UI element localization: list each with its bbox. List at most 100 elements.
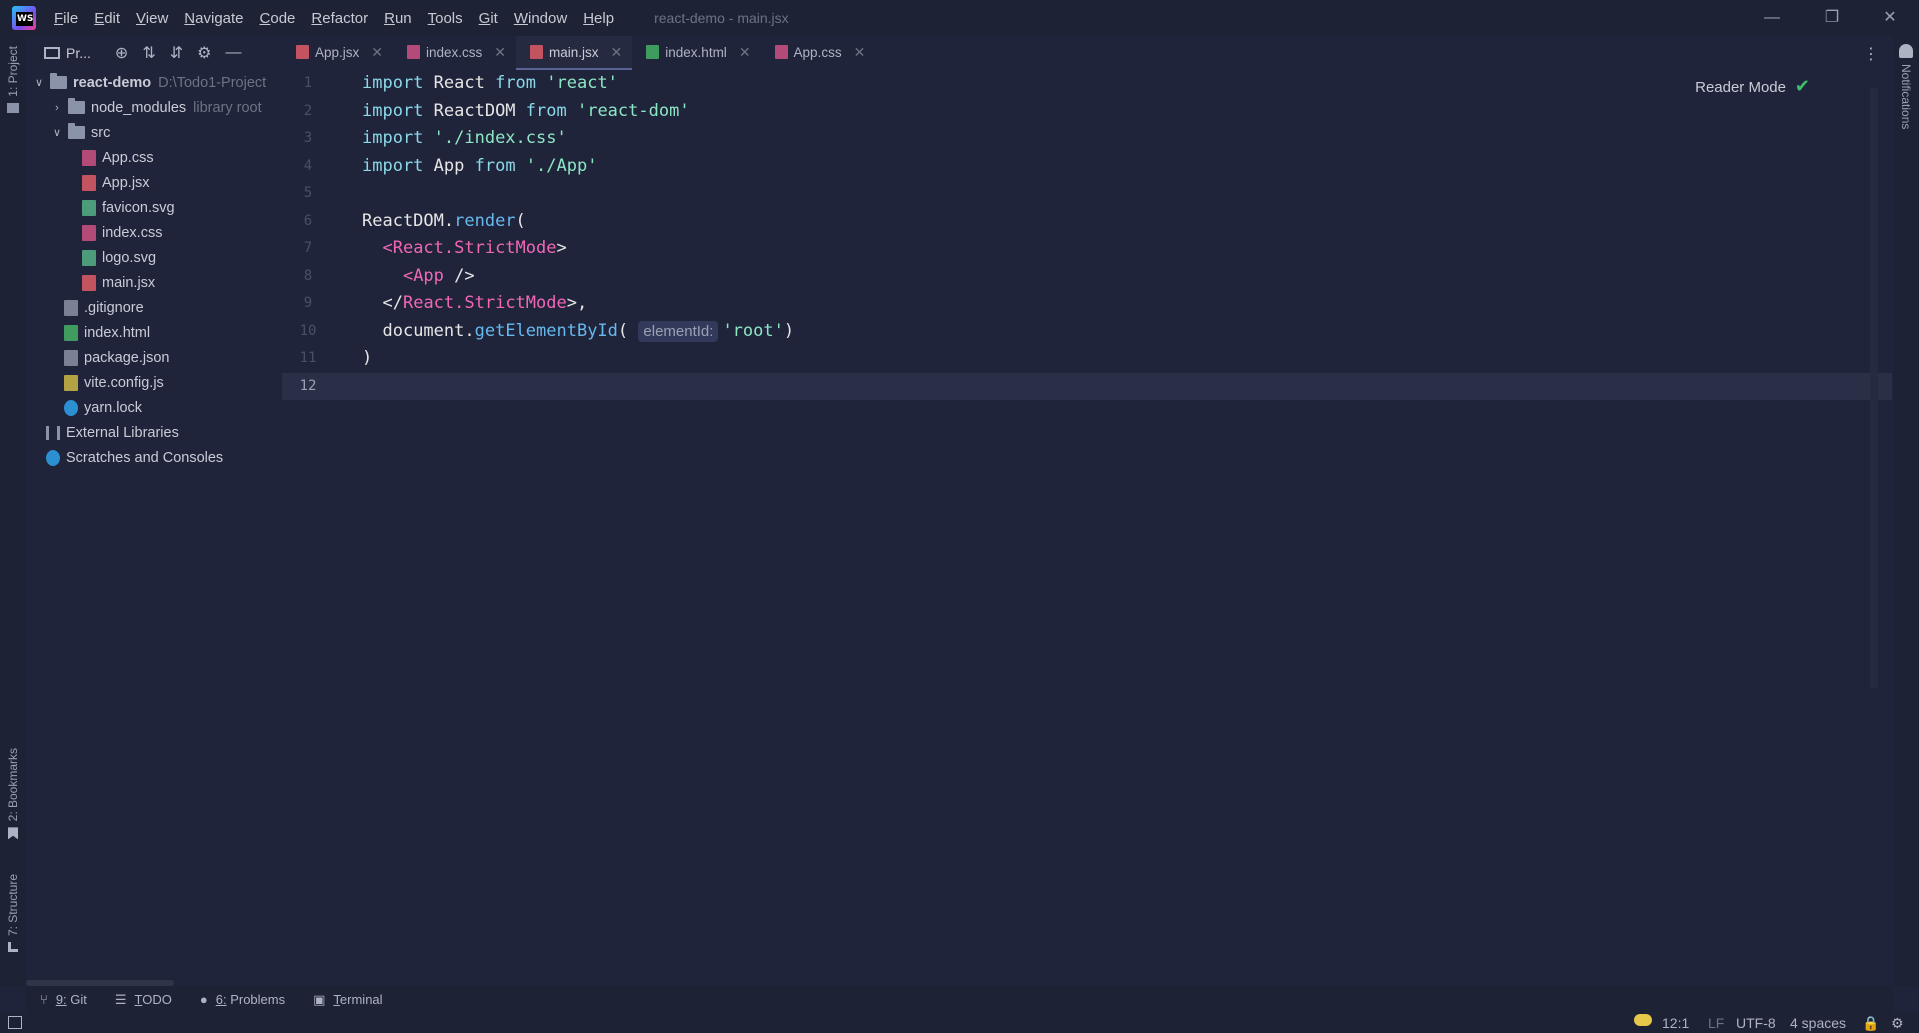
tree-item[interactable]: yarn.lock	[26, 395, 282, 420]
restore-icon[interactable]: ❐	[1822, 8, 1842, 28]
chevron-down-icon[interactable]: ∨	[32, 76, 46, 89]
tab-label: index.css	[426, 44, 483, 60]
scratch-icon	[46, 449, 60, 466]
collapse-all-icon[interactable]: ⇵	[170, 43, 183, 63]
tool-window-terminal[interactable]: ▣ Terminal	[313, 992, 382, 1008]
code-line[interactable]: import React from 'react'	[362, 70, 794, 98]
code-editor[interactable]: 1 2 3 4 5 6 7 8 9 10 11 12 import React from 'react…	[282, 70, 1892, 986]
notifications-tool-label[interactable]: Notifications	[1899, 64, 1913, 129]
title-bar: File Edit View Navigate Code Refactor Run Tools…	[0, 0, 1919, 36]
bookmarks-tool-tab[interactable]: 2: Bookmarks	[0, 748, 26, 840]
code-token: App	[433, 155, 475, 176]
tool-window-problems[interactable]: ● 6: Problems	[200, 992, 285, 1007]
close-tab-icon[interactable]: ✕	[854, 44, 866, 61]
tree-item[interactable]: package.json	[26, 345, 282, 370]
project-tool-tab[interactable]: 1: Project	[0, 46, 26, 113]
tree-item[interactable]: index.html	[26, 320, 282, 345]
code-token: <React.StrictMode	[382, 238, 557, 258]
code-line[interactable]: import './index.css'	[362, 125, 794, 153]
project-panel-title[interactable]: Pr...	[66, 45, 91, 61]
tab-app-css[interactable]: App.css ✕	[761, 36, 876, 70]
close-tab-icon[interactable]: ✕	[371, 44, 383, 61]
toggle-tool-windows-icon[interactable]	[8, 1016, 22, 1029]
menu-help[interactable]: Help	[583, 10, 614, 27]
editor-tab-bar: App.jsx ✕ index.css ✕ main.jsx ✕ index.html ✕ Ap…	[282, 36, 1919, 70]
hide-panel-icon[interactable]: —	[225, 44, 241, 62]
code-line[interactable]: <React.StrictMode>	[362, 235, 794, 263]
menu-edit[interactable]: Edit	[94, 10, 120, 27]
close-tab-icon[interactable]: ✕	[611, 44, 623, 61]
tool-window-todo[interactable]: ☰ TODO	[115, 992, 172, 1008]
folder-icon	[50, 73, 67, 89]
chevron-down-icon[interactable]: ∨	[50, 126, 64, 139]
close-window-icon[interactable]: ✕	[1880, 8, 1900, 28]
tool-window-label: Terminal	[333, 992, 383, 1007]
expand-all-icon[interactable]: ⇅	[142, 43, 155, 63]
tree-item[interactable]: ∨ react-demo D:\Todo1-Project	[26, 70, 282, 95]
tree-item[interactable]: ∨ src	[26, 120, 282, 145]
tab-index-css[interactable]: index.css ✕	[393, 36, 516, 70]
code-line[interactable]: </React.StrictMode>,	[362, 290, 794, 318]
more-options-icon[interactable]: ⋮	[1863, 44, 1879, 64]
tree-item-label: App.jsx	[102, 174, 150, 191]
code-line[interactable]	[362, 180, 794, 208]
tab-label: main.jsx	[549, 44, 599, 60]
tree-item[interactable]: App.jsx	[26, 170, 282, 195]
close-tab-icon[interactable]: ✕	[739, 44, 751, 61]
tree-item[interactable]: .gitignore	[26, 295, 282, 320]
menu-window[interactable]: Window	[514, 10, 567, 27]
menu-file[interactable]: File	[54, 10, 78, 27]
indent-setting[interactable]: 4 spaces	[1790, 1015, 1846, 1031]
line-ending[interactable]: LF	[1708, 1015, 1724, 1031]
menu-git[interactable]: Git	[479, 10, 498, 27]
code-line[interactable]: ReactDOM.render(	[362, 208, 794, 236]
code-line[interactable]: import App from './App'	[362, 153, 794, 181]
caret-position[interactable]: 12:1	[1662, 1015, 1689, 1031]
code-line[interactable]: import ReactDOM from 'react-dom'	[362, 98, 794, 126]
gear-icon[interactable]: ⚙	[197, 43, 211, 63]
bookmark-icon	[8, 827, 18, 840]
parameter-hint: elementId:	[638, 320, 719, 342]
structure-tool-tab[interactable]: 7: Structure	[0, 874, 26, 953]
file-encoding[interactable]: UTF-8	[1736, 1015, 1776, 1031]
code-area[interactable]: import React from 'react' import ReactDOM…	[362, 70, 794, 400]
tree-item[interactable]: › node_modules library root	[26, 95, 282, 120]
menu-view[interactable]: View	[136, 10, 168, 27]
menu-run[interactable]: Run	[384, 10, 412, 27]
code-line[interactable]: )	[362, 345, 794, 373]
tab-main-jsx[interactable]: main.jsx ✕	[516, 36, 633, 70]
tool-window-git[interactable]: ⑂ 9: Git	[40, 992, 87, 1007]
menu-tools[interactable]: Tools	[428, 10, 463, 27]
settings-gear-icon[interactable]: ⚙	[1891, 1015, 1904, 1032]
menu-refactor[interactable]: Refactor	[311, 10, 368, 27]
tree-item[interactable]: logo.svg	[26, 245, 282, 270]
project-tool-label: 1: Project	[6, 46, 20, 97]
menu-navigate[interactable]: Navigate	[184, 10, 243, 27]
lock-icon[interactable]: 🔒	[1862, 1015, 1879, 1032]
locate-file-icon[interactable]: ⊕	[115, 43, 128, 63]
tree-item[interactable]: favicon.svg	[26, 195, 282, 220]
line-number: 6	[303, 212, 313, 229]
close-tab-icon[interactable]: ✕	[494, 44, 506, 61]
menu-code[interactable]: Code	[260, 10, 296, 27]
vertical-scrollbar[interactable]	[1870, 88, 1878, 688]
code-line[interactable]: <App />	[362, 263, 794, 291]
code-line[interactable]: document.getElementById( elementId:'root…	[362, 318, 794, 346]
json-file-icon	[64, 349, 78, 366]
tab-index-html[interactable]: index.html ✕	[632, 36, 760, 70]
tree-item[interactable]: main.jsx	[26, 270, 282, 295]
tree-item[interactable]: App.css	[26, 145, 282, 170]
tree-item[interactable]: External Libraries	[26, 420, 282, 445]
tree-item[interactable]: Scratches and Consoles	[26, 445, 282, 470]
notifications-bell-icon[interactable]	[1899, 44, 1913, 58]
minimize-icon[interactable]: —	[1762, 8, 1782, 28]
code-token: >	[556, 238, 567, 258]
reader-mode-toggle[interactable]: Reader Mode	[1695, 79, 1786, 96]
tree-item[interactable]: vite.config.js	[26, 370, 282, 395]
tree-item[interactable]: index.css	[26, 220, 282, 245]
chevron-right-icon[interactable]: ›	[50, 102, 64, 114]
cloud-sync-icon[interactable]	[1634, 1014, 1652, 1026]
tab-app-jsx[interactable]: App.jsx ✕	[282, 36, 393, 70]
code-line[interactable]	[362, 373, 794, 401]
